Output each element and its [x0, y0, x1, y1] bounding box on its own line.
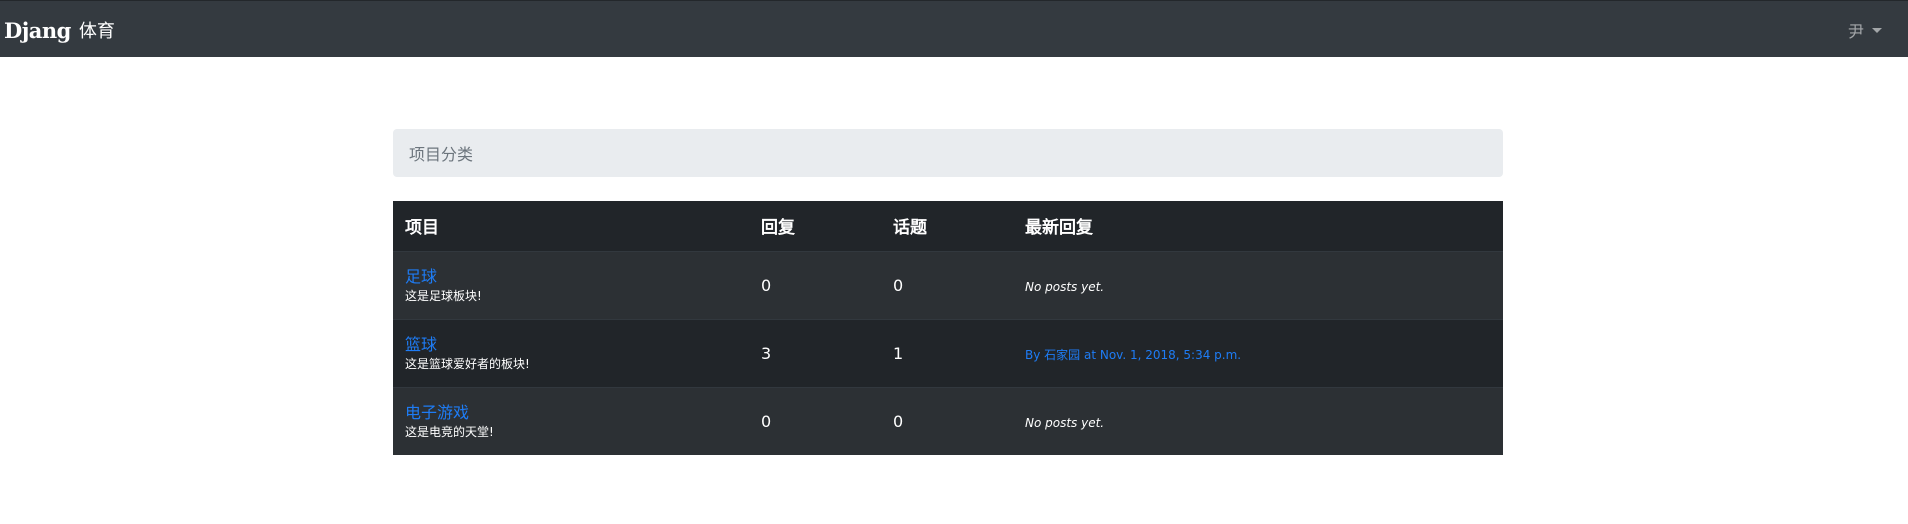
user-name: 尹	[1847, 22, 1864, 41]
header-posts: 回复	[749, 201, 881, 252]
board-description: 这是足球板块!	[405, 288, 482, 303]
no-posts-note: No posts yet.	[1025, 279, 1105, 294]
last-post-cell: By 石家园 at Nov. 1, 2018, 5:34 p.m.	[1013, 318, 1503, 387]
breadcrumb-item-active: 项目分类	[409, 145, 474, 164]
last-post-cell: No posts yet.	[1013, 250, 1503, 319]
table-header-row: 项目 回复 话题 最新回复	[393, 201, 1503, 252]
brand-logo: Djang	[4, 17, 71, 43]
posts-count: 0	[749, 386, 881, 455]
breadcrumb: 项目分类	[393, 129, 1503, 177]
brand-text: 体育	[78, 21, 115, 42]
board-link[interactable]: 篮球	[405, 335, 737, 355]
table-row: 篮球 这是篮球爱好者的板块! 3 1 By 石家园 at Nov. 1, 201…	[393, 318, 1503, 387]
caret-down-icon	[1872, 27, 1882, 33]
board-cell: 足球 这是足球板块!	[393, 250, 749, 319]
board-cell: 篮球 这是篮球爱好者的板块!	[393, 318, 749, 387]
board-cell: 电子游戏 这是电竞的天堂!	[393, 386, 749, 455]
posts-count: 3	[749, 318, 881, 387]
top-navbar: Djang 体育 尹	[0, 0, 1908, 57]
board-link[interactable]: 电子游戏	[405, 403, 737, 423]
brand-link[interactable]: Djang 体育	[4, 15, 115, 45]
header-board: 项目	[393, 201, 749, 252]
posts-count: 0	[749, 250, 881, 319]
board-description: 这是篮球爱好者的板块!	[405, 356, 530, 371]
boards-table: 项目 回复 话题 最新回复 足球 这是足球板块! 0 0 No posts ye…	[393, 201, 1503, 455]
topics-count: 0	[881, 250, 1013, 319]
board-description: 这是电竞的天堂!	[405, 424, 494, 439]
table-row: 电子游戏 这是电竞的天堂! 0 0 No posts yet.	[393, 386, 1503, 455]
header-topics: 话题	[881, 201, 1013, 252]
no-posts-note: No posts yet.	[1025, 415, 1105, 430]
last-post-cell: No posts yet.	[1013, 386, 1503, 455]
topics-count: 1	[881, 318, 1013, 387]
user-dropdown-toggle[interactable]: 尹	[1848, 18, 1882, 42]
topics-count: 0	[881, 386, 1013, 455]
table-row: 足球 这是足球板块! 0 0 No posts yet.	[393, 250, 1503, 319]
board-link[interactable]: 足球	[405, 267, 737, 287]
header-last-post: 最新回复	[1013, 201, 1503, 252]
last-post-link[interactable]: By 石家园 at Nov. 1, 2018, 5:34 p.m.	[1025, 348, 1241, 362]
